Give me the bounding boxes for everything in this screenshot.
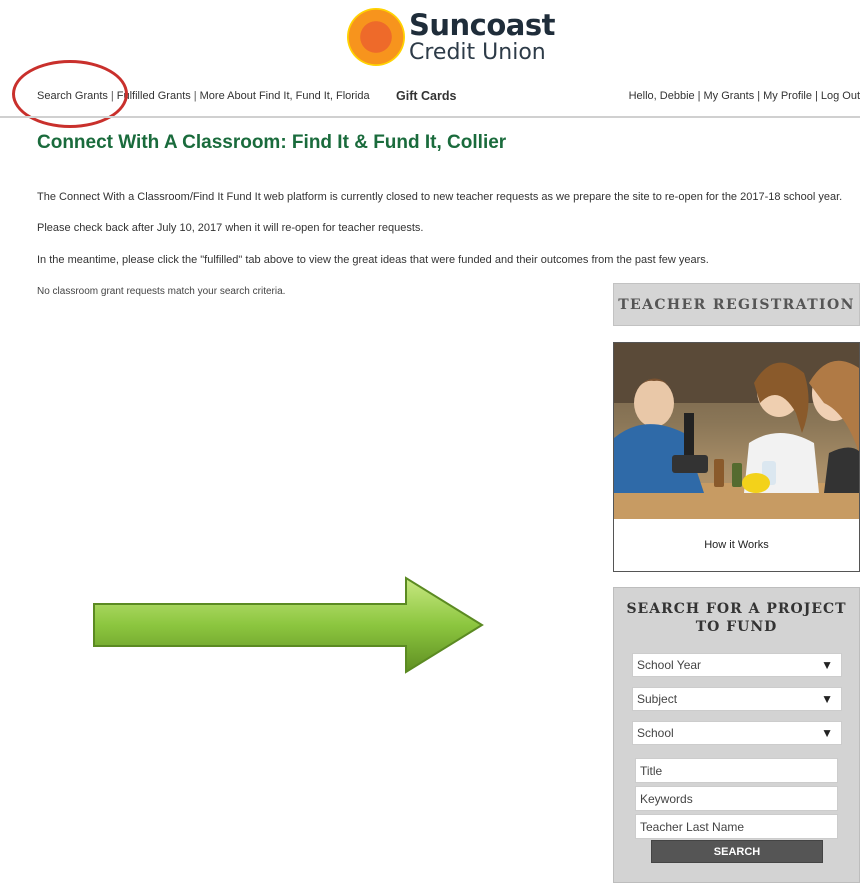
notice-paragraph-1: The Connect With a Classroom/Find It Fun… <box>37 191 843 203</box>
user-greeting: Hello, Debbie <box>628 90 695 102</box>
school-select-label: School <box>637 726 674 740</box>
nav-more-about[interactable]: More About Find It, Fund It, Florida <box>200 90 370 102</box>
title-input[interactable]: Title <box>635 758 838 783</box>
dropdown-arrow-icon: ▼ <box>821 726 833 740</box>
header-divider <box>0 116 860 118</box>
dropdown-arrow-icon: ▼ <box>821 658 833 672</box>
green-arrow-annotation <box>93 576 484 674</box>
subject-select-label: Subject <box>637 692 678 706</box>
subject-select[interactable]: Subject ▼ <box>632 687 842 711</box>
teacher-registration-button[interactable]: TEACHER REGISTRATION <box>613 283 860 326</box>
logo-line1: Suncoast <box>409 7 555 42</box>
children-microscope-illustration <box>614 343 859 519</box>
nav-my-profile[interactable]: My Profile <box>763 90 812 102</box>
dropdown-arrow-icon: ▼ <box>821 692 833 706</box>
school-year-select[interactable]: School Year ▼ <box>632 653 842 677</box>
notice-paragraph-3: In the meantime, please click the "fulfi… <box>37 254 709 266</box>
sun-logo-icon <box>347 8 405 66</box>
school-select[interactable]: School ▼ <box>632 721 842 745</box>
how-it-works-link[interactable]: How it Works <box>614 539 859 551</box>
search-button[interactable]: SEARCH <box>651 840 823 863</box>
page-title: Connect With A Classroom: Find It & Fund… <box>37 132 507 153</box>
search-project-panel: SEARCH FOR A PROJECT TO FUND School Year… <box>613 587 860 883</box>
logo-line2: Credit Union <box>409 39 546 65</box>
teacher-last-name-input[interactable]: Teacher Last Name <box>635 814 838 839</box>
nav-log-out[interactable]: Log Out <box>821 90 860 102</box>
school-year-select-label: School Year <box>637 658 702 672</box>
no-results-message: No classroom grant requests match your s… <box>37 286 286 297</box>
nav-gift-cards[interactable]: Gift Cards <box>396 89 456 103</box>
how-it-works-card[interactable]: How it Works <box>613 342 860 572</box>
nav-my-grants[interactable]: My Grants <box>704 90 755 102</box>
user-nav: Hello, Debbie | My Grants | My Profile | Log O… <box>628 90 860 102</box>
search-panel-title: SEARCH FOR A PROJECT TO FUND <box>626 601 847 635</box>
classroom-photo <box>614 343 859 519</box>
suncoast-logo[interactable]: Suncoast Credit Union <box>347 6 555 68</box>
notice-paragraph-2: Please check back after July 10, 2017 wh… <box>37 222 424 234</box>
keywords-input[interactable]: Keywords <box>635 786 838 811</box>
